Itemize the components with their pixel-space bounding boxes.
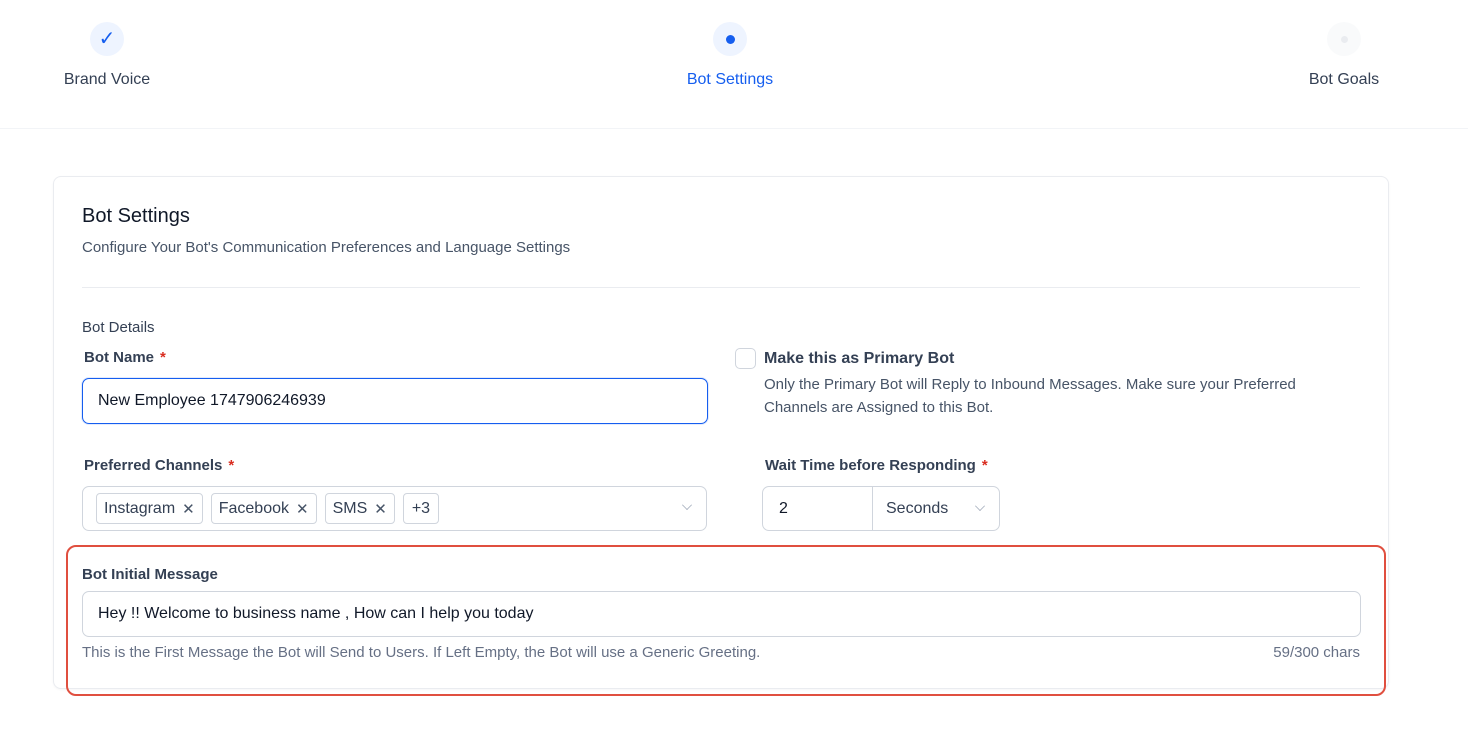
- step-brand-voice[interactable]: ✓ Brand Voice: [0, 22, 217, 89]
- step-pending-indicator: [1327, 22, 1361, 56]
- channel-tag-instagram: Instagram ✕: [96, 493, 203, 524]
- initial-message-helper: This is the First Message the Bot will S…: [82, 644, 761, 661]
- card-title: Bot Settings: [82, 205, 190, 227]
- step-bot-goals[interactable]: Bot Goals: [1234, 22, 1454, 89]
- step-active-indicator: [713, 22, 747, 56]
- close-icon[interactable]: ✕: [296, 500, 309, 518]
- wait-time-label-text: Wait Time before Responding: [765, 457, 976, 474]
- close-icon[interactable]: ✕: [182, 500, 195, 518]
- close-icon[interactable]: ✕: [374, 500, 387, 518]
- required-mark: *: [228, 457, 235, 474]
- channel-tag-sms: SMS ✕: [324, 493, 395, 524]
- wait-time-control: 2 Seconds: [762, 486, 1000, 531]
- preferred-channels-label-text: Preferred Channels: [84, 457, 223, 474]
- wait-time-value: 2: [779, 499, 788, 517]
- bot-name-label: Bot Name *: [84, 349, 166, 366]
- step-label: Bot Goals: [1308, 71, 1380, 88]
- chevron-down-icon: [975, 501, 985, 511]
- initial-message-value: Hey !! Welcome to business name , How ca…: [98, 605, 534, 622]
- primary-bot-description: Only the Primary Bot will Reply to Inbou…: [764, 376, 1296, 416]
- wait-time-input[interactable]: 2: [763, 487, 873, 530]
- check-icon: ✓: [98, 28, 116, 50]
- bot-name-input[interactable]: New Employee 1747906246939: [82, 378, 708, 424]
- required-mark: *: [981, 457, 988, 474]
- bot-settings-card: Bot Settings Configure Your Bot's Commun…: [53, 176, 1389, 689]
- required-mark: *: [160, 349, 166, 366]
- tag-label: Facebook: [218, 499, 289, 517]
- initial-message-label: Bot Initial Message: [82, 566, 218, 583]
- step-label: Bot Settings: [686, 71, 774, 88]
- divider: [82, 287, 1360, 288]
- initial-message-input[interactable]: Hey !! Welcome to business name , How ca…: [82, 591, 1361, 637]
- step-bot-settings[interactable]: Bot Settings: [620, 22, 840, 89]
- preferred-channels-label: Preferred Channels *: [84, 457, 234, 474]
- bot-name-value: New Employee 1747906246939: [98, 392, 326, 409]
- chevron-down-icon[interactable]: [682, 500, 692, 510]
- preferred-channels-select[interactable]: Instagram ✕ Facebook ✕ SMS ✕ +3: [82, 486, 707, 531]
- tag-label: Instagram: [104, 499, 176, 517]
- dot-icon: [725, 34, 735, 44]
- bot-name-label-text: Bot Name: [84, 349, 155, 366]
- wait-time-unit-select[interactable]: Seconds: [873, 487, 999, 530]
- step-done-indicator: ✓: [90, 22, 124, 56]
- tag-label: SMS: [332, 499, 368, 517]
- step-label: Brand Voice: [63, 71, 151, 88]
- card-subtitle: Configure Your Bot's Communication Prefe…: [82, 239, 571, 256]
- char-counter: 59/300 chars: [1273, 644, 1360, 661]
- channel-tag-facebook: Facebook ✕: [210, 493, 317, 524]
- wait-time-label: Wait Time before Responding *: [765, 457, 988, 474]
- section-label-bot-details: Bot Details: [82, 319, 155, 336]
- stepper: ✓ Brand Voice Bot Settings Bot Goals: [0, 0, 1468, 129]
- wait-time-unit-value: Seconds: [886, 499, 949, 517]
- dot-icon: [1340, 35, 1348, 43]
- primary-bot-checkbox[interactable]: [735, 348, 756, 369]
- more-channels-tag[interactable]: +3: [402, 493, 440, 524]
- primary-bot-title: Make this as Primary Bot: [764, 350, 955, 367]
